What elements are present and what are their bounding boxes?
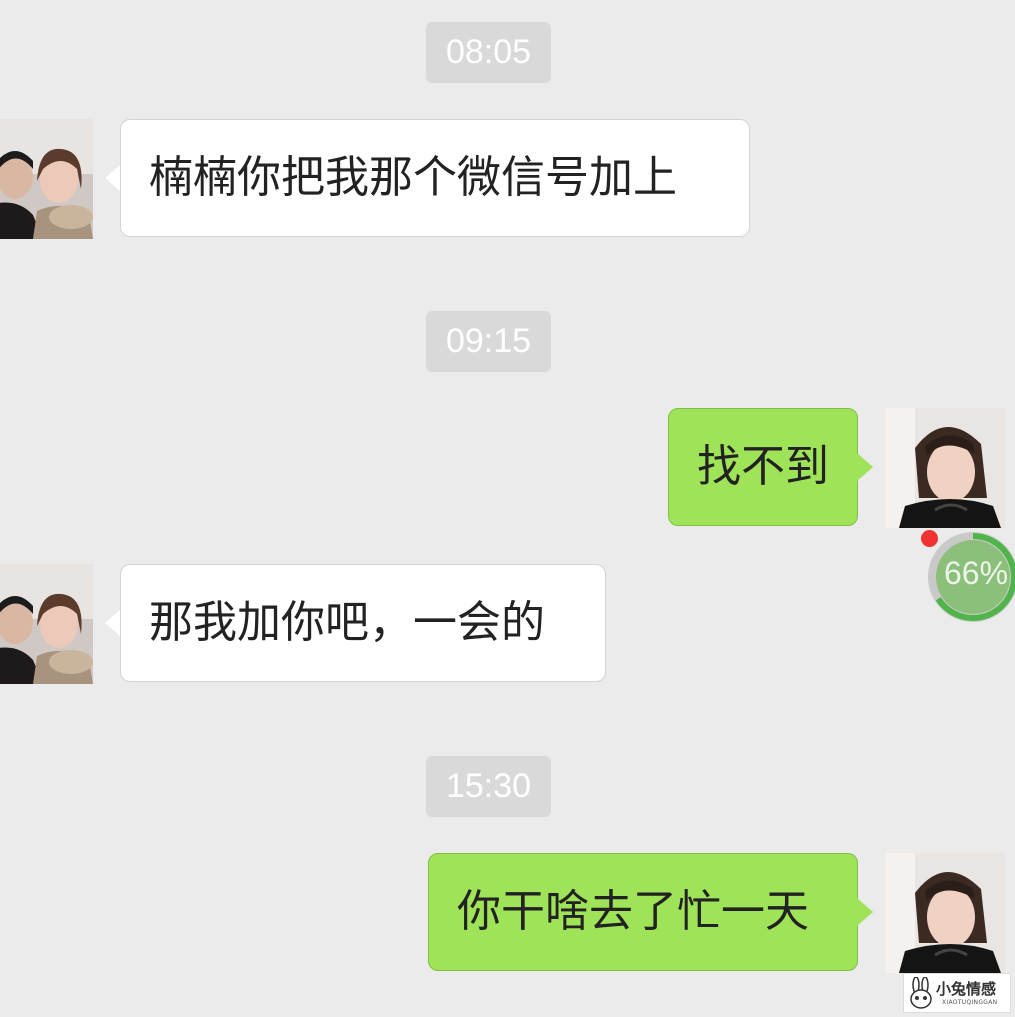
watermark-subtitle: XIAOTUQINGGAN (942, 999, 998, 1006)
self-avatar[interactable] (885, 853, 1005, 973)
contact-avatar[interactable] (0, 564, 93, 684)
message-bubble-incoming[interactable]: 那我加你吧，一会的 (120, 564, 606, 682)
bubble-tail (857, 898, 873, 926)
self-avatar[interactable] (885, 408, 1005, 528)
selfie-photo-icon (885, 853, 1005, 973)
message-bubble-incoming[interactable]: 楠楠你把我那个微信号加上 (120, 119, 750, 237)
bubble-tail (105, 609, 121, 637)
bubble-tail (105, 164, 121, 192)
timestamp-pill: 08:05 (426, 22, 551, 83)
watermark-title: 小兔情感 (936, 980, 997, 998)
timestamp-pill: 09:15 (426, 311, 551, 372)
couple-photo-icon (0, 119, 93, 239)
watermark: 小兔情感 XIAOTUQINGGAN (903, 973, 1011, 1013)
selfie-photo-icon (885, 408, 1005, 528)
timestamp-pill: 15:30 (426, 756, 551, 817)
message-bubble-outgoing[interactable]: 找不到 (668, 408, 858, 526)
couple-photo-icon (0, 564, 93, 684)
unread-dot (921, 530, 938, 547)
contact-avatar[interactable] (0, 119, 93, 239)
bubble-tail (857, 453, 873, 481)
upload-progress-label: 66% (943, 555, 1009, 591)
rabbit-logo-icon (910, 977, 932, 1009)
message-bubble-outgoing[interactable]: 你干啥去了忙一天 (428, 853, 858, 971)
